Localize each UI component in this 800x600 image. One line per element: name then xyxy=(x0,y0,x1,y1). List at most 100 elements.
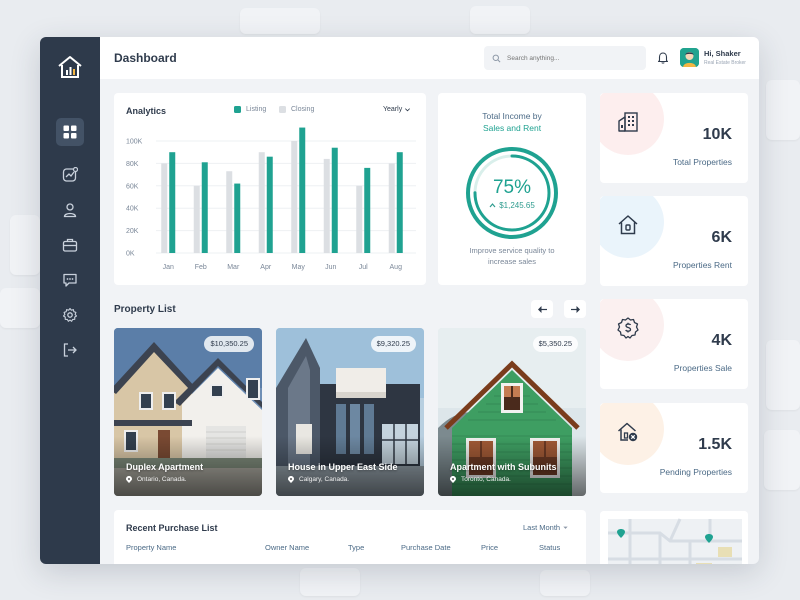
column-header-type[interactable]: Type xyxy=(348,543,364,552)
y-tick-label: 60K xyxy=(126,183,139,190)
top-bar: Dashboard Hi, Shaker Real Estate Broker xyxy=(100,37,759,79)
arrow-right-icon xyxy=(570,305,580,313)
x-tick-label: Apr xyxy=(260,264,272,271)
user-icon xyxy=(63,203,77,218)
x-tick-label: Feb xyxy=(195,264,207,271)
dollar-badge-icon xyxy=(617,317,639,339)
sidebar-item-logout[interactable] xyxy=(56,336,84,364)
buildings-icon xyxy=(618,112,638,132)
column-header-status[interactable]: Status xyxy=(539,543,560,552)
x-tick-label: May xyxy=(292,264,306,271)
search-input[interactable] xyxy=(507,54,637,62)
stat-card-properties-rent[interactable]: 6K Properties Rent xyxy=(600,196,748,286)
avatar-illustration xyxy=(680,48,699,67)
bar-closing-jan[interactable] xyxy=(161,163,168,253)
stat-label: Properties Sale xyxy=(673,363,732,373)
bar-chart: 100K 80K 60K 40K 20K 0K Jan Feb Mar Apr May Jun Jul A… xyxy=(126,127,416,271)
stat-value: 1.5K xyxy=(698,436,732,453)
analytics-card: Analytics Listing Closing Yearly 100K 80K… xyxy=(114,93,426,285)
bar-listing-mar[interactable] xyxy=(234,183,241,253)
property-price: $9,320.25 xyxy=(370,336,416,352)
income-note: Improve service quality to increase sale… xyxy=(469,246,555,266)
column-header-price[interactable]: Price xyxy=(481,543,498,552)
y-tick-label: 0K xyxy=(126,251,135,258)
search-box[interactable] xyxy=(484,46,646,70)
income-amount: $1,245.65 xyxy=(438,201,586,210)
property-name: Apartment with Subunits xyxy=(450,462,557,472)
home-logo-icon[interactable] xyxy=(57,55,83,79)
property-card-2[interactable]: $9,320.25 House in Upper East Side Calga… xyxy=(276,328,424,496)
bar-listing-feb[interactable] xyxy=(201,162,208,253)
location-pin-icon xyxy=(450,476,456,483)
recent-period-label: Last Month xyxy=(523,523,561,532)
property-list-title: Property List xyxy=(114,304,176,315)
location-pin-icon xyxy=(126,476,132,483)
x-tick-label: Jan xyxy=(163,264,174,271)
stat-value: 10K xyxy=(702,126,732,143)
briefcase-icon xyxy=(62,238,78,252)
stat-card-properties-sale[interactable]: 4K Properties Sale xyxy=(600,299,748,389)
app-window: Dashboard Hi, Shaker Real Estate Broker … xyxy=(40,37,759,564)
map-card[interactable] xyxy=(600,511,748,564)
bar-closing-feb[interactable] xyxy=(193,185,200,253)
x-tick-label: Aug xyxy=(390,264,403,271)
bar-listing-may[interactable] xyxy=(299,127,306,253)
recent-period-dropdown[interactable]: Last Month xyxy=(523,523,569,532)
trend-chart-icon xyxy=(62,167,78,182)
property-card-1[interactable]: $10,350.25 Duplex Apartment Ontario, Can… xyxy=(114,328,262,496)
logout-icon xyxy=(63,343,77,357)
sidebar-item-profile[interactable] xyxy=(56,196,84,224)
bar-listing-aug[interactable] xyxy=(396,152,403,253)
stat-card-total-properties[interactable]: 10K Total Properties xyxy=(600,93,748,183)
next-button[interactable] xyxy=(564,300,586,318)
house-pending-icon xyxy=(618,422,638,442)
arrow-up-icon xyxy=(489,203,496,208)
property-location: Toronto, Canada. xyxy=(450,476,511,483)
property-price: $10,350.25 xyxy=(204,336,254,352)
stat-card-pending-properties[interactable]: 1.5K Pending Properties xyxy=(600,403,748,493)
search-icon xyxy=(492,54,501,62)
column-header-owner-name[interactable]: Owner Name xyxy=(265,543,309,552)
bar-closing-jun[interactable] xyxy=(323,158,330,253)
user-name: Hi, Shaker xyxy=(704,49,741,58)
house-rent-icon xyxy=(618,215,638,235)
income-card: Total Income by Sales and Rent 75% $1,24… xyxy=(438,93,586,285)
bar-closing-may[interactable] xyxy=(291,141,298,253)
sidebar-item-settings[interactable] xyxy=(56,301,84,329)
property-card-3[interactable]: $5,350.25 Apartment with Subunits Toront… xyxy=(438,328,586,496)
bar-closing-aug[interactable] xyxy=(388,163,395,253)
property-location-text: Ontario, Canada. xyxy=(137,476,187,483)
page-title: Dashboard xyxy=(114,51,177,65)
y-tick-label: 40K xyxy=(126,206,139,213)
bar-listing-apr[interactable] xyxy=(266,156,273,253)
stat-value: 4K xyxy=(711,332,732,349)
x-tick-label: Jun xyxy=(325,264,336,271)
bar-closing-apr[interactable] xyxy=(258,152,265,253)
bar-listing-jun[interactable] xyxy=(331,147,338,253)
avatar[interactable] xyxy=(680,48,699,67)
column-header-property-name[interactable]: Property Name xyxy=(126,543,176,552)
income-percent: 75% xyxy=(492,177,532,198)
sidebar-item-messages[interactable] xyxy=(56,266,84,294)
stat-value: 6K xyxy=(711,229,732,246)
stat-label: Total Properties xyxy=(672,157,732,167)
sidebar-item-portfolio[interactable] xyxy=(56,231,84,259)
recent-purchase-title: Recent Purchase List xyxy=(126,523,218,533)
property-location: Calgary, Canada. xyxy=(288,476,349,483)
property-location-text: Calgary, Canada. xyxy=(299,476,350,483)
gear-icon xyxy=(62,307,78,322)
bar-closing-jul[interactable] xyxy=(356,185,363,253)
sidebar-item-analytics[interactable] xyxy=(56,161,84,189)
sidebar-item-dashboard[interactable] xyxy=(56,118,84,146)
bar-listing-jul[interactable] xyxy=(364,167,371,253)
y-tick-label: 100K xyxy=(126,139,143,146)
bar-closing-mar[interactable] xyxy=(226,171,233,253)
bar-listing-jan[interactable] xyxy=(169,152,176,253)
prev-button[interactable] xyxy=(531,300,553,318)
property-name: Duplex Apartment xyxy=(126,462,204,472)
stat-label: Properties Rent xyxy=(672,260,732,270)
column-header-purchase-date[interactable]: Purchase Date xyxy=(401,543,451,552)
sidebar xyxy=(40,37,100,564)
bell-icon[interactable] xyxy=(657,51,669,64)
user-role: Real Estate Broker xyxy=(704,60,746,66)
